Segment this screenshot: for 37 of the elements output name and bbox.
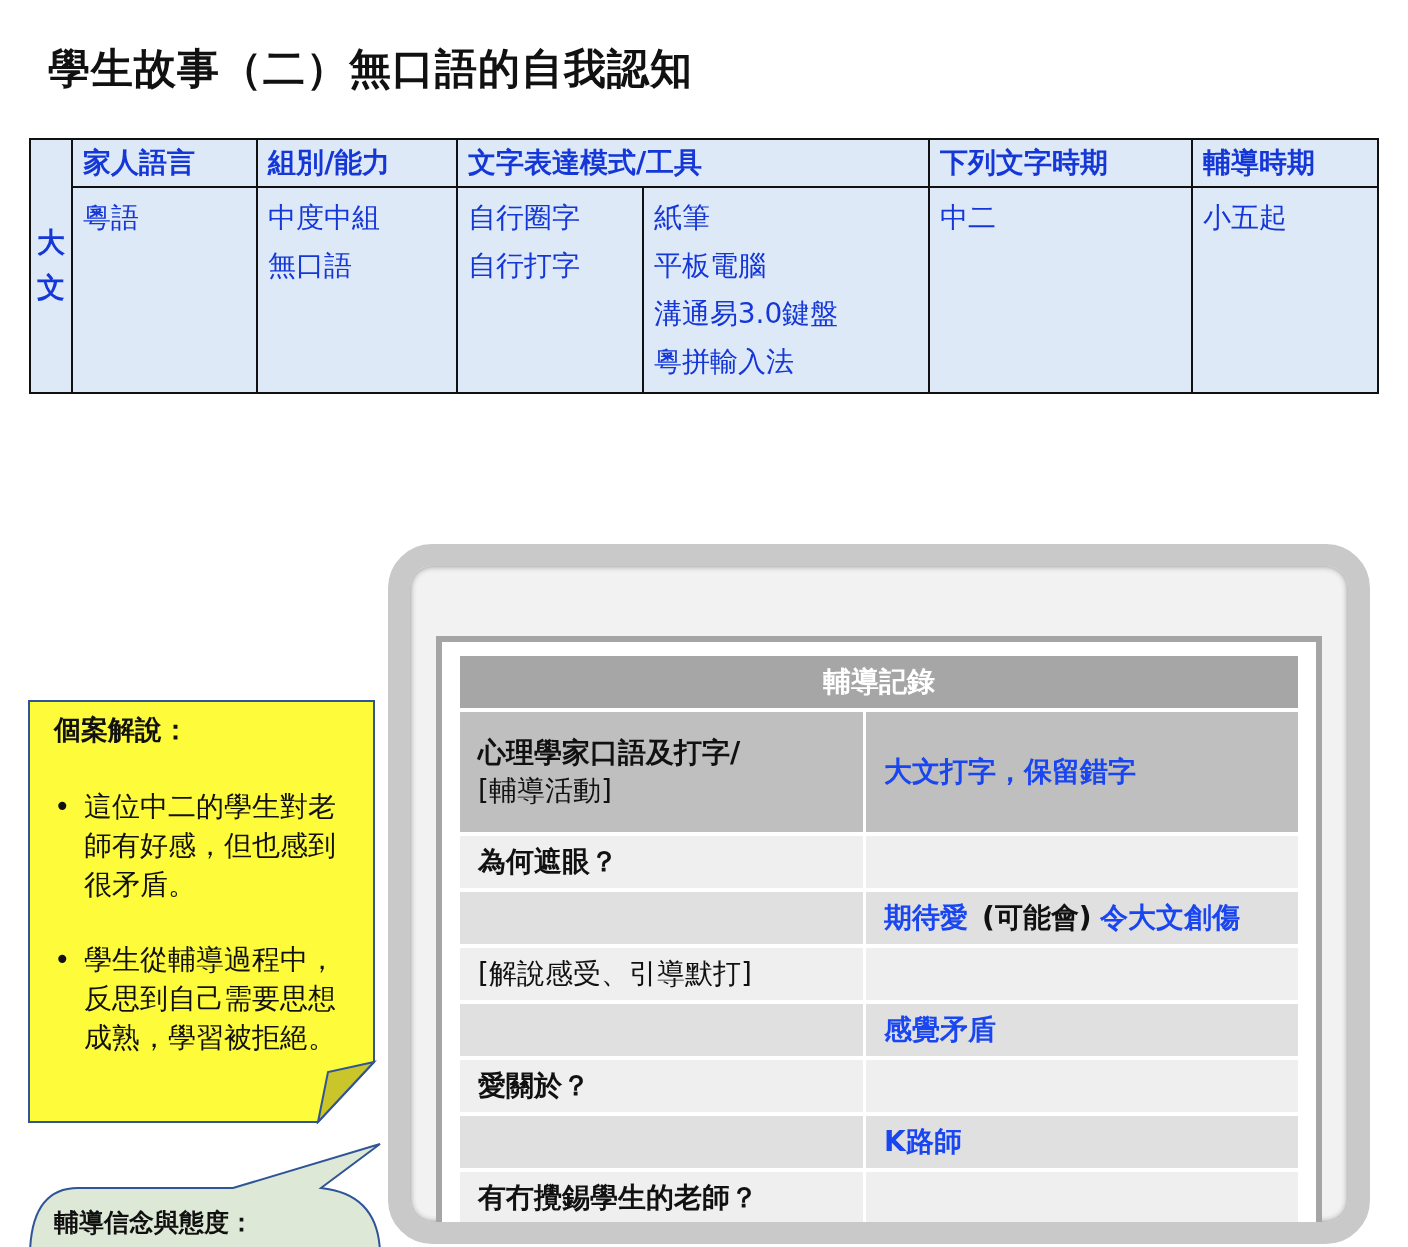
record-text: 有冇攪錫學生的老師？ [478, 1181, 758, 1215]
bullet-marker: • [54, 941, 68, 978]
cell-text: 溝通易3.0鍵盤 [653, 296, 840, 333]
bullet-point: 學生從輔導過程中，反思到自己需要思想成熟，學習被拒絕。 [84, 941, 337, 1056]
record-text: 為何遮眼？ [478, 845, 618, 879]
column-heading: 下列文字時期 [929, 139, 1193, 188]
cell-text: 紙筆 [653, 200, 711, 237]
column-heading: 輔導時期 [1192, 139, 1378, 188]
cell-text: 平板電腦 [653, 248, 767, 285]
cell-text: 無口語 [268, 248, 354, 285]
record-title: 輔導記錄 [460, 656, 1298, 709]
record-text: 大文打字，保留錯字 [884, 755, 1136, 789]
record-text: 感覺矛盾 [884, 1013, 996, 1047]
record-text: 愛關於？ [478, 1069, 590, 1103]
cell-text: 小五起 [1203, 200, 1289, 237]
cell-text: 粵語 [82, 200, 140, 237]
cell-text: 自行打字 [468, 248, 582, 285]
record-text: [輔導活動] [478, 773, 613, 810]
record-text: 心理學家口語及打字/ [478, 735, 742, 772]
column-heading: 家人語言 [71, 139, 258, 188]
column-heading: 組別/能力 [257, 139, 458, 188]
record-text: 期待愛 [884, 901, 968, 935]
record-text: K路師 [884, 1125, 962, 1159]
record-text: 令大文創傷 [1099, 901, 1240, 935]
bubble-heading: 輔導信念與態度： [54, 1207, 254, 1240]
cell-text: 粵拼輸入法 [653, 344, 795, 381]
record-text: [解說感受、引導默打] [478, 957, 752, 991]
column-heading: 文字表達模式/工具 [457, 139, 929, 188]
student-name: 大文 [36, 225, 65, 306]
slide-title: 學生故事（二）無口語的自我認知 [48, 44, 694, 95]
bullet-point: 這位中二的學生對老師有好感，但也感到很矛盾。 [84, 788, 337, 903]
bullet-marker: • [54, 788, 68, 825]
note-heading: 個案解說： [54, 713, 190, 748]
cell-text: 中二 [940, 200, 997, 237]
record-text: (可能會) [982, 901, 1092, 935]
cell-text: 自行圈字 [468, 200, 582, 237]
cell-text: 中度中組 [268, 200, 382, 237]
